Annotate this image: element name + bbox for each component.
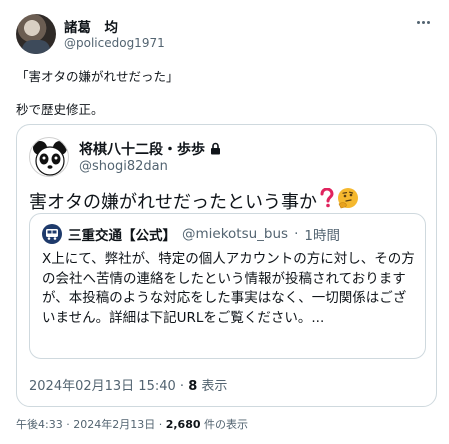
red-question-mark-icon — [319, 187, 335, 213]
quoted-text: 害オタの嫌がれせだったという事か — [29, 191, 317, 213]
user-handle[interactable]: @policedog1971 — [64, 36, 165, 50]
avatar[interactable] — [16, 14, 56, 54]
inner-avatar[interactable] — [42, 224, 62, 244]
quoted-avatar[interactable] — [29, 137, 69, 177]
quoted-views-label: 表示 — [201, 379, 228, 394]
quoted-views-count: 8 — [188, 379, 198, 394]
inner-name[interactable]: 三重交通【公式】 — [68, 224, 176, 244]
inner-quoted-tweet[interactable]: 三重交通【公式】 @miekotsu_bus · 1時間 X上にて、弊社が、特定… — [29, 213, 426, 359]
tweet-time[interactable]: 午後4:33 — [16, 418, 63, 431]
tweet-text-line2: 秒で歴史修正。 — [16, 102, 104, 117]
quoted-meta-separator: · — [179, 379, 185, 394]
tweet-meta-separator-2: · — [158, 418, 163, 431]
tweet-date[interactable]: 2024年2月13日 — [73, 418, 155, 431]
quoted-meta: 2024年02月13日 15:40 · 8 表示 — [29, 375, 227, 394]
tweet-meta-separator-1: · — [66, 418, 70, 431]
quoted-text-row: 害オタの嫌がれせだったという事か — [29, 187, 359, 214]
quoted-tweet[interactable]: 将棋八十二段・歩歩 @shogi82dan 害オタの嫌がれせだったという事か 三… — [16, 124, 437, 407]
quoted-name-row: 将棋八十二段・歩歩 — [79, 139, 221, 159]
inner-handle[interactable]: @miekotsu_bus — [182, 226, 288, 242]
lock-icon — [210, 140, 221, 159]
more-icon[interactable] — [413, 14, 433, 30]
quoted-handle[interactable]: @shogi82dan — [79, 159, 168, 174]
inner-body: X上にて、弊社が、特定の個人アカウントの方に対し、その方の会社へ苦情の連絡をした… — [42, 251, 415, 326]
tweet-views-label: 件の表示 — [204, 418, 248, 431]
quoted-name[interactable]: 将棋八十二段・歩歩 — [79, 139, 205, 159]
tweet-views-count: 2,680 — [165, 418, 201, 431]
tweet-meta: 午後4:33 · 2024年2月13日 · 2,680 件の表示 — [16, 416, 248, 432]
user-name[interactable]: 諸葛 均 — [64, 16, 118, 36]
inner-header: 三重交通【公式】 @miekotsu_bus · 1時間 — [42, 224, 340, 244]
thinking-face-icon — [337, 187, 359, 214]
inner-time[interactable]: 1時間 — [304, 224, 340, 244]
quoted-date[interactable]: 2024年02月13日 15:40 — [29, 379, 176, 394]
inner-separator: · — [294, 226, 299, 242]
tweet-text-line1: 「害オタの嫌がれせだった」 — [16, 69, 179, 84]
